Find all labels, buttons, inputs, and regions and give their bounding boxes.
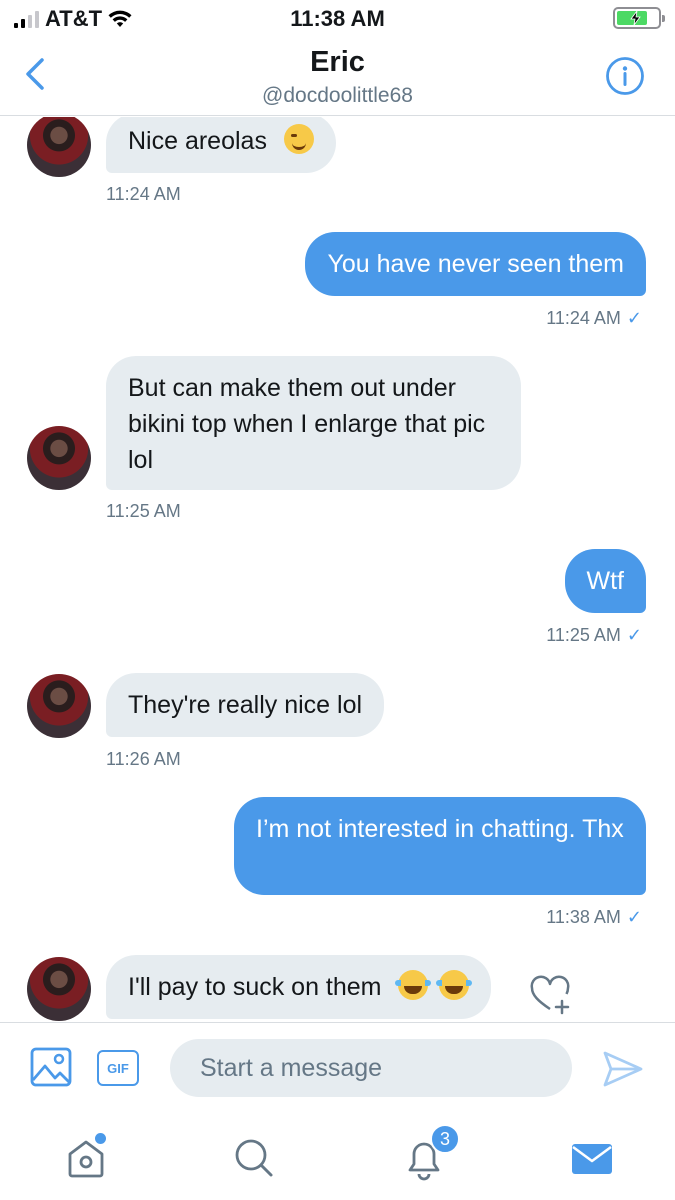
- message-list[interactable]: Nice areolas 11:24 AM You have never see…: [0, 117, 675, 1022]
- message-timestamp: 11:26 AM: [106, 749, 181, 769]
- sent-check-icon: ✓: [626, 308, 642, 328]
- sent-check-icon: ✓: [626, 625, 642, 645]
- conversation-header: Eric @docdoolittle68: [0, 40, 675, 116]
- heart-plus-icon[interactable]: [528, 975, 572, 1015]
- status-bar: AT&T 11:38 AM: [0, 0, 675, 40]
- message-text: They're really nice lol: [128, 691, 363, 719]
- envelope-icon: [572, 1144, 612, 1174]
- notifications-badge: 3: [430, 1124, 460, 1154]
- sent-check-icon: ✓: [626, 907, 642, 927]
- tears-of-joy-emoji-icon: [436, 970, 473, 1000]
- battery-icon: [613, 7, 665, 29]
- message-text: I’m not interested in chatting. Thx: [256, 815, 624, 843]
- tab-search[interactable]: [230, 1134, 278, 1182]
- winking-face-emoji-icon: [283, 124, 314, 154]
- message-text: But can make them out under bikini top w…: [128, 374, 486, 474]
- message-text: You have never seen them: [327, 250, 624, 278]
- contact-handle: @docdoolittle68: [262, 84, 413, 107]
- message-bubble-outgoing[interactable]: You have never seen them: [305, 232, 646, 296]
- tab-notifications[interactable]: 3: [400, 1124, 460, 1182]
- search-icon: [235, 1139, 273, 1177]
- message-timestamp: 11:38 AM ✓: [546, 907, 642, 927]
- avatar[interactable]: [27, 117, 91, 177]
- tab-home[interactable]: [62, 1133, 110, 1182]
- message-timestamp: 11:24 AM: [106, 184, 181, 204]
- unread-dot: [95, 1133, 106, 1144]
- message-text: I'll pay to suck on them: [128, 973, 382, 1001]
- info-icon[interactable]: [605, 56, 645, 96]
- avatar[interactable]: [27, 957, 91, 1021]
- message-timestamp: 11:24 AM ✓: [546, 308, 642, 328]
- message-timestamp: 11:25 AM ✓: [546, 625, 642, 645]
- message-input[interactable]: [170, 1039, 572, 1097]
- status-time: 11:38 AM: [290, 6, 385, 31]
- message-text: Wtf: [586, 567, 625, 595]
- contact-name: Eric: [310, 46, 365, 78]
- gif-button[interactable]: GIF: [97, 1050, 139, 1086]
- message-bubble-incoming[interactable]: Nice areolas: [106, 117, 336, 173]
- message-bubble-outgoing[interactable]: I’m not interested in chatting. Thx: [234, 797, 646, 895]
- message-bubble-incoming[interactable]: They're really nice lol: [106, 673, 385, 737]
- tab-bar: 3: [0, 1114, 675, 1200]
- message-composer: GIF: [0, 1022, 675, 1114]
- message-bubble-incoming[interactable]: I'll pay to suck on them: [106, 955, 492, 1019]
- image-icon[interactable]: [30, 1047, 72, 1087]
- tears-of-joy-emoji-icon: [395, 970, 432, 1000]
- avatar[interactable]: [27, 674, 91, 738]
- message-text: Nice areolas: [128, 127, 267, 155]
- avatar[interactable]: [27, 426, 91, 490]
- message-bubble-outgoing[interactable]: Wtf: [564, 549, 646, 613]
- message-bubble-incoming[interactable]: But can make them out under bikini top w…: [106, 356, 521, 490]
- tab-messages[interactable]: [568, 1134, 616, 1182]
- send-icon[interactable]: [602, 1049, 644, 1089]
- message-timestamp: 11:25 AM: [106, 501, 181, 521]
